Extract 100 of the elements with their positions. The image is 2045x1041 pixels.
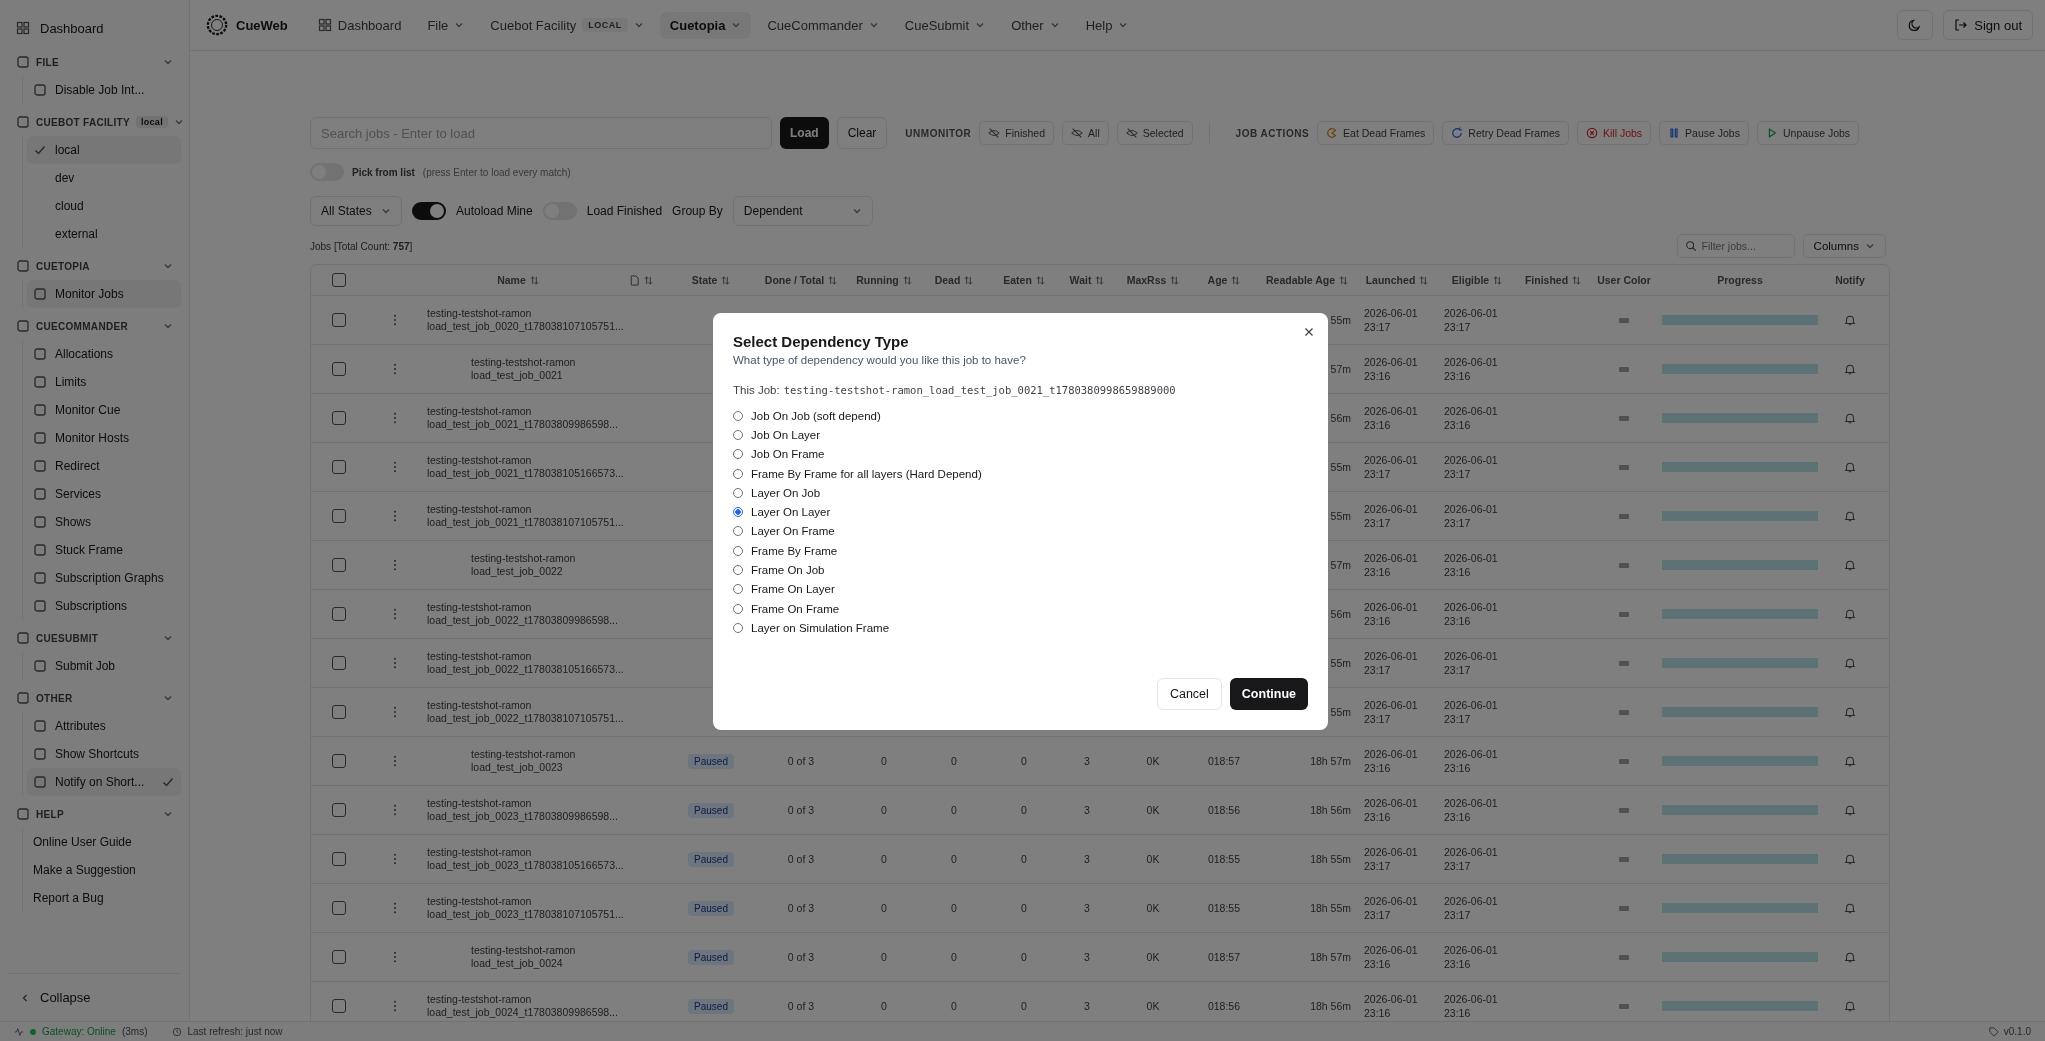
more-icon[interactable] xyxy=(393,706,397,718)
nav-menu[interactable]: Dashboard xyxy=(307,11,412,39)
radio-button[interactable] xyxy=(733,584,743,595)
radio-button[interactable] xyxy=(733,429,743,440)
sidebar-item[interactable]: Submit Job xyxy=(27,652,181,680)
more-icon[interactable] xyxy=(393,1000,397,1012)
sidebar-item[interactable]: dev xyxy=(27,164,181,192)
sort-icon[interactable] xyxy=(1339,275,1349,285)
more-icon[interactable] xyxy=(393,853,397,865)
checkbox[interactable] xyxy=(332,656,346,670)
option-label[interactable]: Job On Job (soft depend) xyxy=(751,409,881,422)
filter-field[interactable]: Filter jobs... xyxy=(1676,234,1795,258)
checkbox[interactable] xyxy=(332,509,346,523)
job-action-button[interactable]: Pause Jobs xyxy=(1659,121,1749,145)
checkbox[interactable] xyxy=(332,852,346,866)
option-label[interactable]: Frame On Job xyxy=(751,564,825,576)
radio-button[interactable] xyxy=(733,545,743,556)
section-header[interactable]: FILE xyxy=(8,48,181,76)
sidebar-item[interactable]: Redirect xyxy=(27,452,181,480)
sidebar-item[interactable]: Monitor Hosts xyxy=(27,424,181,452)
checkbox[interactable] xyxy=(332,999,346,1013)
column-header[interactable]: Launched xyxy=(1365,274,1416,286)
nav-menu[interactable]: CueCommander xyxy=(757,11,889,39)
sidebar-item[interactable]: Monitor Jobs xyxy=(27,280,181,308)
bell-icon[interactable] xyxy=(1844,314,1856,326)
sort-icon[interactable] xyxy=(964,275,974,285)
bell-icon[interactable] xyxy=(1844,559,1856,571)
sort-icon[interactable] xyxy=(1170,275,1180,285)
sidebar-item[interactable]: Report a Bug xyxy=(27,884,181,912)
bell-icon[interactable] xyxy=(1844,363,1856,375)
sidebar-item[interactable]: Show Shortcuts xyxy=(27,740,181,768)
continue-button[interactable]: Continue xyxy=(1229,677,1308,710)
more-icon[interactable] xyxy=(393,902,397,914)
group-by-select[interactable]: Dependent xyxy=(732,196,873,226)
radio-button[interactable] xyxy=(733,487,743,498)
unmonitor-button[interactable]: Finished xyxy=(979,121,1055,145)
column-header[interactable]: Notify xyxy=(1835,274,1865,286)
sidebar-item[interactable]: Allocations xyxy=(27,340,181,368)
section-header[interactable]: CUEBOT FACILITY local xyxy=(8,108,181,136)
more-icon[interactable] xyxy=(393,755,397,767)
checkbox[interactable] xyxy=(332,411,346,425)
bell-icon[interactable] xyxy=(1844,804,1856,816)
job-action-button[interactable]: Retry Dead Frames xyxy=(1442,121,1569,145)
sign-out-button[interactable]: Sign out xyxy=(1943,10,2033,40)
sidebar-item[interactable]: local xyxy=(27,136,181,164)
option-label[interactable]: Layer On Frame xyxy=(751,525,835,538)
more-icon[interactable] xyxy=(393,804,397,816)
radio-button[interactable] xyxy=(733,507,743,518)
radio-button[interactable] xyxy=(733,410,743,421)
more-icon[interactable] xyxy=(393,412,397,424)
column-header[interactable]: Progress xyxy=(1717,274,1763,286)
sidebar-item[interactable]: Subscription Graphs xyxy=(27,564,181,592)
bell-icon[interactable] xyxy=(1844,657,1856,669)
option-label[interactable]: Layer On Layer xyxy=(751,506,831,519)
sidebar-item[interactable]: external xyxy=(27,220,181,248)
column-header[interactable]: Finished xyxy=(1524,274,1569,286)
autoload-toggle[interactable] xyxy=(412,202,446,220)
checkbox[interactable] xyxy=(332,705,346,719)
column-header[interactable]: Dead xyxy=(934,274,961,286)
column-header[interactable]: Age xyxy=(1207,274,1228,286)
clear-button[interactable]: Clear xyxy=(836,117,888,149)
nav-menu[interactable]: CueSubmit xyxy=(894,11,996,39)
column-header[interactable]: MaxRss xyxy=(1126,274,1167,286)
column-header[interactable]: User Color xyxy=(1597,274,1651,286)
checkbox[interactable] xyxy=(332,273,346,287)
sidebar-item[interactable]: Disable Job Int... xyxy=(27,76,181,104)
radio-button[interactable] xyxy=(733,468,743,479)
checkbox[interactable] xyxy=(332,803,346,817)
sidebar-item[interactable]: Notify on Short... xyxy=(27,768,181,796)
checkbox[interactable] xyxy=(332,313,346,327)
nav-menu[interactable]: Other xyxy=(1001,11,1070,39)
bell-icon[interactable] xyxy=(1844,853,1856,865)
sidebar-item[interactable]: Make a Suggestion xyxy=(27,856,181,884)
column-header[interactable]: State xyxy=(691,274,718,286)
nav-menu[interactable]: Help xyxy=(1075,11,1139,39)
sidebar-item[interactable]: Limits xyxy=(27,368,181,396)
bell-icon[interactable] xyxy=(1844,755,1856,767)
sidebar-item[interactable]: Online User Guide xyxy=(27,828,181,856)
sidebar-item[interactable]: Monitor Cue xyxy=(27,396,181,424)
job-action-button[interactable]: Unpause Jobs xyxy=(1756,121,1860,145)
dashboard-link[interactable]: Dashboard xyxy=(8,8,181,48)
bell-icon[interactable] xyxy=(1844,461,1856,473)
sidebar-item[interactable]: Attributes xyxy=(27,712,181,740)
sort-icon[interactable] xyxy=(1493,275,1503,285)
sort-icon[interactable] xyxy=(828,275,838,285)
more-icon[interactable] xyxy=(393,461,397,473)
option-label[interactable]: Job On Layer xyxy=(751,428,821,441)
option-label[interactable]: Frame By Frame xyxy=(751,544,838,557)
job-action-button[interactable]: Kill Jobs xyxy=(1576,121,1652,145)
job-action-button[interactable]: Eat Dead Frames xyxy=(1317,121,1435,145)
column-header[interactable]: Eligible xyxy=(1451,274,1490,286)
nav-menu[interactable]: File xyxy=(417,11,475,39)
sidebar-item[interactable]: cloud xyxy=(27,192,181,220)
bell-icon[interactable] xyxy=(1844,608,1856,620)
sort-icon[interactable] xyxy=(1572,275,1582,285)
more-icon[interactable] xyxy=(393,951,397,963)
sort-icon[interactable] xyxy=(1419,275,1429,285)
option-label[interactable]: Frame By Frame for all layers (Hard Depend) xyxy=(751,467,982,480)
bell-icon[interactable] xyxy=(1844,706,1856,718)
sort-icon[interactable] xyxy=(721,275,731,285)
